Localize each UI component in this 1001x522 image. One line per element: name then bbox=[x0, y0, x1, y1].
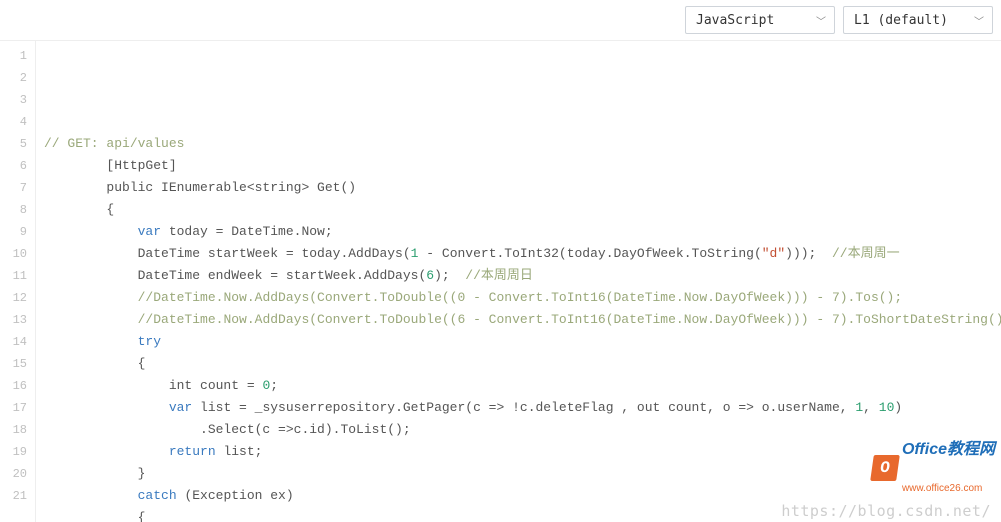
line-number: 12 bbox=[0, 287, 35, 309]
line-number: 17 bbox=[0, 397, 35, 419]
editor-toolbar: JavaScript ﹀ L1 (default) ﹀ bbox=[0, 0, 1001, 40]
line-number: 21 bbox=[0, 485, 35, 507]
language-dropdown[interactable]: JavaScript ﹀ bbox=[685, 6, 835, 34]
code-token bbox=[44, 334, 138, 349]
line-number: 1 bbox=[0, 45, 35, 67]
code-token: //本周周一 bbox=[832, 246, 900, 261]
line-number: 13 bbox=[0, 309, 35, 331]
line-number: 4 bbox=[0, 111, 35, 133]
code-token: public IEnumerable<string> Get() bbox=[44, 180, 356, 195]
line-number: 5 bbox=[0, 133, 35, 155]
code-line[interactable]: DateTime endWeek = startWeek.AddDays(6);… bbox=[44, 265, 993, 287]
code-token: [ bbox=[44, 158, 114, 173]
line-number: 16 bbox=[0, 375, 35, 397]
line-number: 18 bbox=[0, 419, 35, 441]
line-number: 3 bbox=[0, 89, 35, 111]
code-token: var bbox=[138, 224, 161, 239]
code-token: { bbox=[44, 356, 145, 371]
level-dropdown[interactable]: L1 (default) ﹀ bbox=[843, 6, 993, 34]
code-token: 6 bbox=[426, 268, 434, 283]
code-token: } bbox=[44, 466, 145, 481]
line-number-gutter: 123456789101112131415161718192021 bbox=[0, 41, 36, 522]
code-token: int count = bbox=[44, 378, 262, 393]
code-token: 10 bbox=[879, 400, 895, 415]
line-number: 7 bbox=[0, 177, 35, 199]
code-token bbox=[44, 400, 169, 415]
code-line[interactable]: .Select(c =>c.id).ToList(); bbox=[44, 419, 993, 441]
line-number: 14 bbox=[0, 331, 35, 353]
code-line[interactable]: DateTime startWeek = today.AddDays(1 - C… bbox=[44, 243, 993, 265]
code-line[interactable]: } bbox=[44, 463, 993, 485]
code-token: , bbox=[863, 400, 879, 415]
code-token: ] bbox=[169, 158, 177, 173]
code-token: list; bbox=[216, 444, 263, 459]
code-line[interactable]: try bbox=[44, 331, 993, 353]
code-token: - Convert.ToInt32(today.DayOfWeek.ToStri… bbox=[418, 246, 761, 261]
line-number: 19 bbox=[0, 441, 35, 463]
code-line[interactable]: var today = DateTime.Now; bbox=[44, 221, 993, 243]
line-number: 20 bbox=[0, 463, 35, 485]
code-token: //DateTime.Now.AddDays(Convert.ToDouble(… bbox=[138, 290, 903, 305]
line-number: 15 bbox=[0, 353, 35, 375]
code-token bbox=[44, 290, 138, 305]
code-line[interactable]: [HttpGet] bbox=[44, 155, 993, 177]
code-token: ); bbox=[434, 268, 465, 283]
code-line[interactable]: return list; bbox=[44, 441, 993, 463]
code-line[interactable]: // GET: api/values bbox=[44, 133, 993, 155]
code-area[interactable]: // GET: api/values [HttpGet] public IEnu… bbox=[36, 41, 1001, 522]
code-token: .Select(c =>c.id).ToList(); bbox=[44, 422, 411, 437]
code-token: list = _sysuserrepository.GetPager(c => … bbox=[192, 400, 855, 415]
code-line[interactable]: { bbox=[44, 507, 993, 522]
code-token: // GET: api/values bbox=[44, 136, 184, 151]
code-token: HttpGet bbox=[114, 158, 169, 173]
code-line[interactable]: //DateTime.Now.AddDays(Convert.ToDouble(… bbox=[44, 309, 993, 331]
code-line[interactable]: catch (Exception ex) bbox=[44, 485, 993, 507]
code-token: DateTime startWeek = today.AddDays( bbox=[44, 246, 411, 261]
code-editor[interactable]: 123456789101112131415161718192021 // GET… bbox=[0, 40, 1001, 522]
code-token: catch bbox=[138, 488, 177, 503]
code-token bbox=[44, 312, 138, 327]
code-line[interactable]: { bbox=[44, 353, 993, 375]
code-line[interactable]: public IEnumerable<string> Get() bbox=[44, 177, 993, 199]
line-number: 9 bbox=[0, 221, 35, 243]
line-number: 6 bbox=[0, 155, 35, 177]
line-number: 8 bbox=[0, 199, 35, 221]
code-token bbox=[44, 444, 169, 459]
code-token: ))); bbox=[785, 246, 832, 261]
code-token: ) bbox=[894, 400, 902, 415]
code-token: "d" bbox=[762, 246, 785, 261]
code-line[interactable]: var list = _sysuserrepository.GetPager(c… bbox=[44, 397, 993, 419]
code-token: try bbox=[138, 334, 161, 349]
code-line[interactable]: int count = 0; bbox=[44, 375, 993, 397]
code-token: { bbox=[44, 202, 114, 217]
line-number: 2 bbox=[0, 67, 35, 89]
code-token: //本周周日 bbox=[465, 268, 533, 283]
code-token: return bbox=[169, 444, 216, 459]
code-token: (Exception ex) bbox=[177, 488, 294, 503]
level-dropdown-label: L1 (default) bbox=[854, 13, 948, 28]
code-token bbox=[44, 488, 138, 503]
chevron-down-icon: ﹀ bbox=[974, 13, 984, 28]
code-token: today = DateTime.Now; bbox=[161, 224, 333, 239]
chevron-down-icon: ﹀ bbox=[816, 13, 826, 28]
code-line[interactable]: { bbox=[44, 199, 993, 221]
code-token: ; bbox=[270, 378, 278, 393]
code-line[interactable]: //DateTime.Now.AddDays(Convert.ToDouble(… bbox=[44, 287, 993, 309]
language-dropdown-label: JavaScript bbox=[696, 13, 774, 28]
code-token: //DateTime.Now.AddDays(Convert.ToDouble(… bbox=[138, 312, 1001, 327]
code-token: 1 bbox=[855, 400, 863, 415]
line-number: 11 bbox=[0, 265, 35, 287]
code-token bbox=[44, 224, 138, 239]
code-token: DateTime endWeek = startWeek.AddDays( bbox=[44, 268, 426, 283]
code-token: var bbox=[169, 400, 192, 415]
code-token: { bbox=[44, 510, 145, 522]
line-number: 10 bbox=[0, 243, 35, 265]
